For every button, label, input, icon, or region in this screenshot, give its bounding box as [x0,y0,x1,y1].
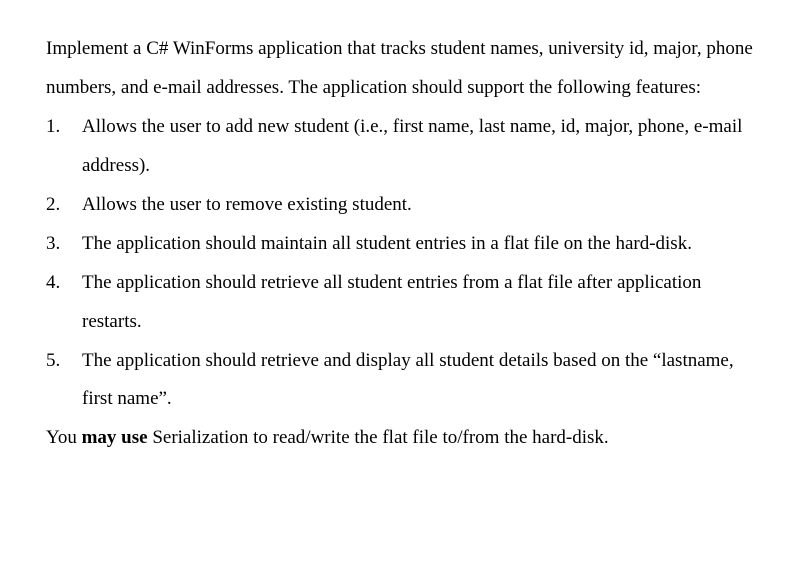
closing-prefix: You [46,427,82,448]
list-item: Allows the user to remove existing stude… [46,186,758,225]
intro-paragraph: Implement a C# WinForms application that… [46,30,758,108]
list-item: Allows the user to add new student (i.e.… [46,108,758,186]
closing-suffix: Serialization to read/write the flat fil… [148,427,609,448]
closing-paragraph: You may use Serialization to read/write … [46,419,758,458]
closing-bold: may use [82,427,148,448]
list-item: The application should maintain all stud… [46,225,758,264]
list-item: The application should retrieve and disp… [46,342,758,420]
feature-list: Allows the user to add new student (i.e.… [46,108,758,420]
list-item: The application should retrieve all stud… [46,264,758,342]
